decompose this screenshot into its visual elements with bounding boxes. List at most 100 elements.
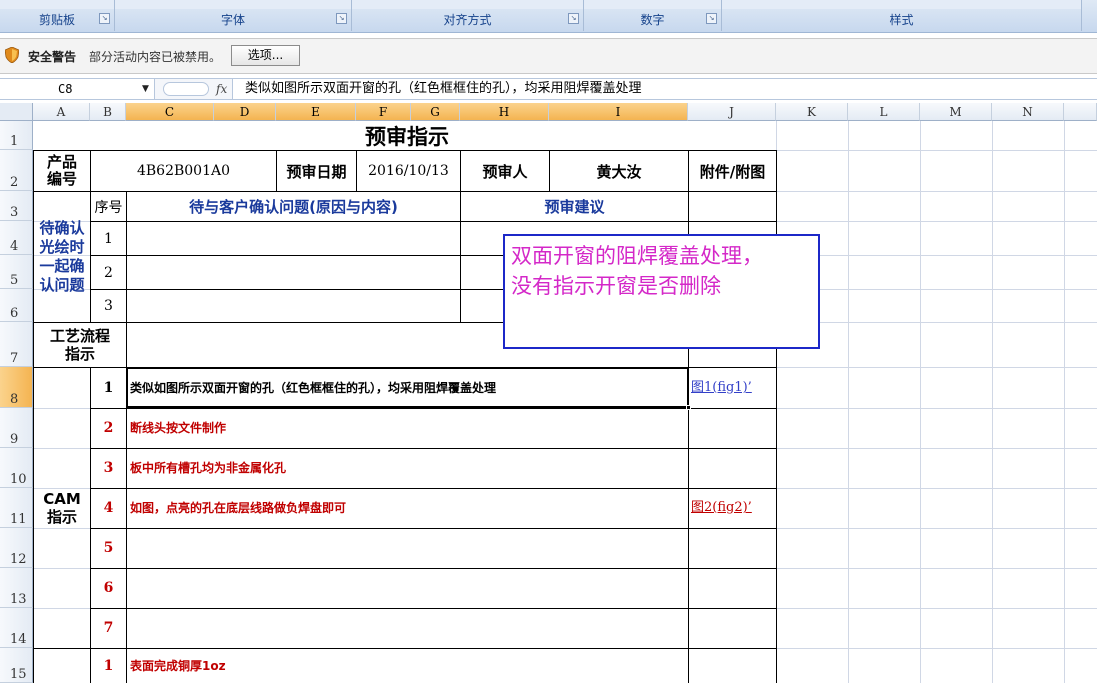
table-border xyxy=(90,608,777,609)
cam-row-no[interactable]: 6 xyxy=(91,568,126,608)
cam-row-no[interactable]: 3 xyxy=(91,448,126,488)
pending-seq[interactable]: 3 xyxy=(91,290,126,322)
sheet-title[interactable]: 预审指示 xyxy=(126,121,688,150)
ribbon-group-top xyxy=(115,0,352,9)
row-header[interactable]: 5 xyxy=(0,255,33,289)
fill-handle[interactable] xyxy=(686,405,691,410)
row-header[interactable]: 4 xyxy=(0,221,33,255)
cam-row-no[interactable]: 2 xyxy=(91,408,126,448)
reviewer-label[interactable]: 预审人 xyxy=(461,151,549,191)
table-border xyxy=(90,528,777,529)
table-border xyxy=(90,221,777,222)
ribbon-group-clipboard: 剪贴板 ↘ xyxy=(0,9,115,31)
row-header-selected[interactable]: 8 xyxy=(0,367,33,408)
options-button[interactable]: 选项... xyxy=(231,45,300,66)
reviewer-value[interactable]: 黄大汝 xyxy=(550,151,688,191)
column-header-k[interactable]: K xyxy=(776,103,848,121)
row-header[interactable]: 7 xyxy=(0,322,33,367)
cam-row-text[interactable]: 断线头按文件制作 xyxy=(130,408,686,448)
row-header[interactable]: 15 xyxy=(0,648,33,683)
ribbon-group-top xyxy=(352,0,584,9)
row-header[interactable]: 2 xyxy=(0,150,33,191)
ribbon-group-label: 对齐方式 xyxy=(443,13,492,27)
ribbon-group-top xyxy=(0,0,115,9)
row-header[interactable]: 6 xyxy=(0,289,33,322)
dialog-launcher-icon[interactable]: ↘ xyxy=(568,13,579,24)
row-header[interactable]: 13 xyxy=(0,568,33,608)
product-no-value[interactable]: 4B62B001A0 xyxy=(91,151,276,191)
comment-text-box[interactable]: 双面开窗的阻焊覆盖处理， 没有指示开窗是否删除 xyxy=(503,234,820,349)
table-border xyxy=(688,150,689,683)
insert-function-icon[interactable]: fx xyxy=(216,79,227,99)
column-header-g[interactable]: G xyxy=(411,103,460,121)
row-header[interactable]: 9 xyxy=(0,408,33,448)
pending-seq[interactable]: 2 xyxy=(91,256,126,289)
column-header-h[interactable]: H xyxy=(460,103,549,121)
formula-input[interactable]: 类似如图所示双面开窗的孔（红色框框住的孔），均采用阻焊覆盖处理 xyxy=(245,79,642,99)
attachment-link[interactable]: 图1(fig1)’ xyxy=(691,368,752,408)
dialog-launcher-icon[interactable]: ↘ xyxy=(706,13,717,24)
cam-row-text[interactable]: 板中所有槽孔均为非金属化孔 xyxy=(130,448,686,488)
column-header-blank xyxy=(1064,103,1097,121)
column-header-i[interactable]: I xyxy=(549,103,688,121)
attachment-link[interactable]: 图2(fig2)’ xyxy=(691,488,752,528)
select-all-corner[interactable] xyxy=(0,103,33,121)
cam-row-no[interactable]: 5 xyxy=(91,528,126,568)
suggestion-header[interactable]: 预审建议 xyxy=(461,192,688,221)
ribbon-group-label: 样式 xyxy=(889,13,914,27)
row-header[interactable]: 1 xyxy=(0,121,33,150)
process-label[interactable]: 工艺流程 指示 xyxy=(34,323,126,367)
row-header[interactable]: 12 xyxy=(0,528,33,568)
column-header-b[interactable]: B xyxy=(90,103,126,121)
ribbon-group-label: 剪贴板 xyxy=(38,13,75,27)
dialog-launcher-icon[interactable]: ↘ xyxy=(336,13,347,24)
ribbon-group-top xyxy=(722,0,1082,9)
column-header-e[interactable]: E xyxy=(276,103,356,121)
cam-row-text[interactable]: 如图，点亮的孔在底层线路做负焊盘即可 xyxy=(130,488,686,528)
row-header[interactable]: 3 xyxy=(0,191,33,221)
cam-label[interactable]: CAM 指示 xyxy=(34,368,90,648)
ribbon-group-number: 数字 ↘ xyxy=(584,9,722,31)
column-header-f[interactable]: F xyxy=(356,103,411,121)
table-border xyxy=(776,150,777,683)
column-header-a[interactable]: A xyxy=(33,103,90,121)
row-header[interactable]: 10 xyxy=(0,448,33,488)
cam-row-no[interactable]: 7 xyxy=(91,608,126,648)
pending-label[interactable]: 待确认 光绘时 一起确 认问题 xyxy=(34,192,90,322)
ribbon-group-label: 数字 xyxy=(640,13,665,27)
row-header[interactable]: 11 xyxy=(0,488,33,528)
gridline xyxy=(1064,121,1065,683)
column-header-l[interactable]: L xyxy=(848,103,920,121)
formula-bar-expander[interactable] xyxy=(163,82,209,96)
column-header-n[interactable]: N xyxy=(992,103,1064,121)
pending-seq[interactable]: 1 xyxy=(91,222,126,255)
chevron-down-icon[interactable]: ▼ xyxy=(142,80,149,98)
column-header-j[interactable]: J xyxy=(688,103,776,121)
issue-header[interactable]: 待与客户确认问题(原因与内容) xyxy=(127,192,460,221)
gridline xyxy=(848,121,849,683)
dialog-launcher-icon[interactable]: ↘ xyxy=(99,13,110,24)
active-cell-outline xyxy=(126,367,689,408)
ribbon-group-alignment: 对齐方式 ↘ xyxy=(352,9,584,31)
row-header[interactable]: 14 xyxy=(0,608,33,648)
gridline xyxy=(920,121,921,683)
ribbon-group-label: 字体 xyxy=(220,13,245,27)
review-date-value[interactable]: 2016/10/13 xyxy=(357,151,460,191)
ribbon-group-styles: 样式 xyxy=(722,9,1082,31)
cam-row-no[interactable]: 1 xyxy=(91,368,126,408)
name-box[interactable]: C8 xyxy=(0,79,155,99)
gridline xyxy=(992,121,993,683)
ribbon-group-top xyxy=(584,0,722,9)
column-header-m[interactable]: M xyxy=(920,103,992,121)
seq-label[interactable]: 序号 xyxy=(91,192,126,221)
security-warning-message: 部分活动内容已被禁用。 xyxy=(89,50,222,64)
attachment-label[interactable]: 附件/附图 xyxy=(689,151,776,191)
row15-no[interactable]: 1 xyxy=(91,649,126,683)
column-header-d[interactable]: D xyxy=(214,103,276,121)
column-header-c[interactable]: C xyxy=(126,103,214,121)
product-no-label[interactable]: 产品 编号 xyxy=(34,151,90,191)
review-date-label[interactable]: 预审日期 xyxy=(277,151,356,191)
cam-row-no[interactable]: 4 xyxy=(91,488,126,528)
row15-text[interactable]: 表面完成铜厚1oz xyxy=(130,649,686,683)
table-border xyxy=(90,568,777,569)
